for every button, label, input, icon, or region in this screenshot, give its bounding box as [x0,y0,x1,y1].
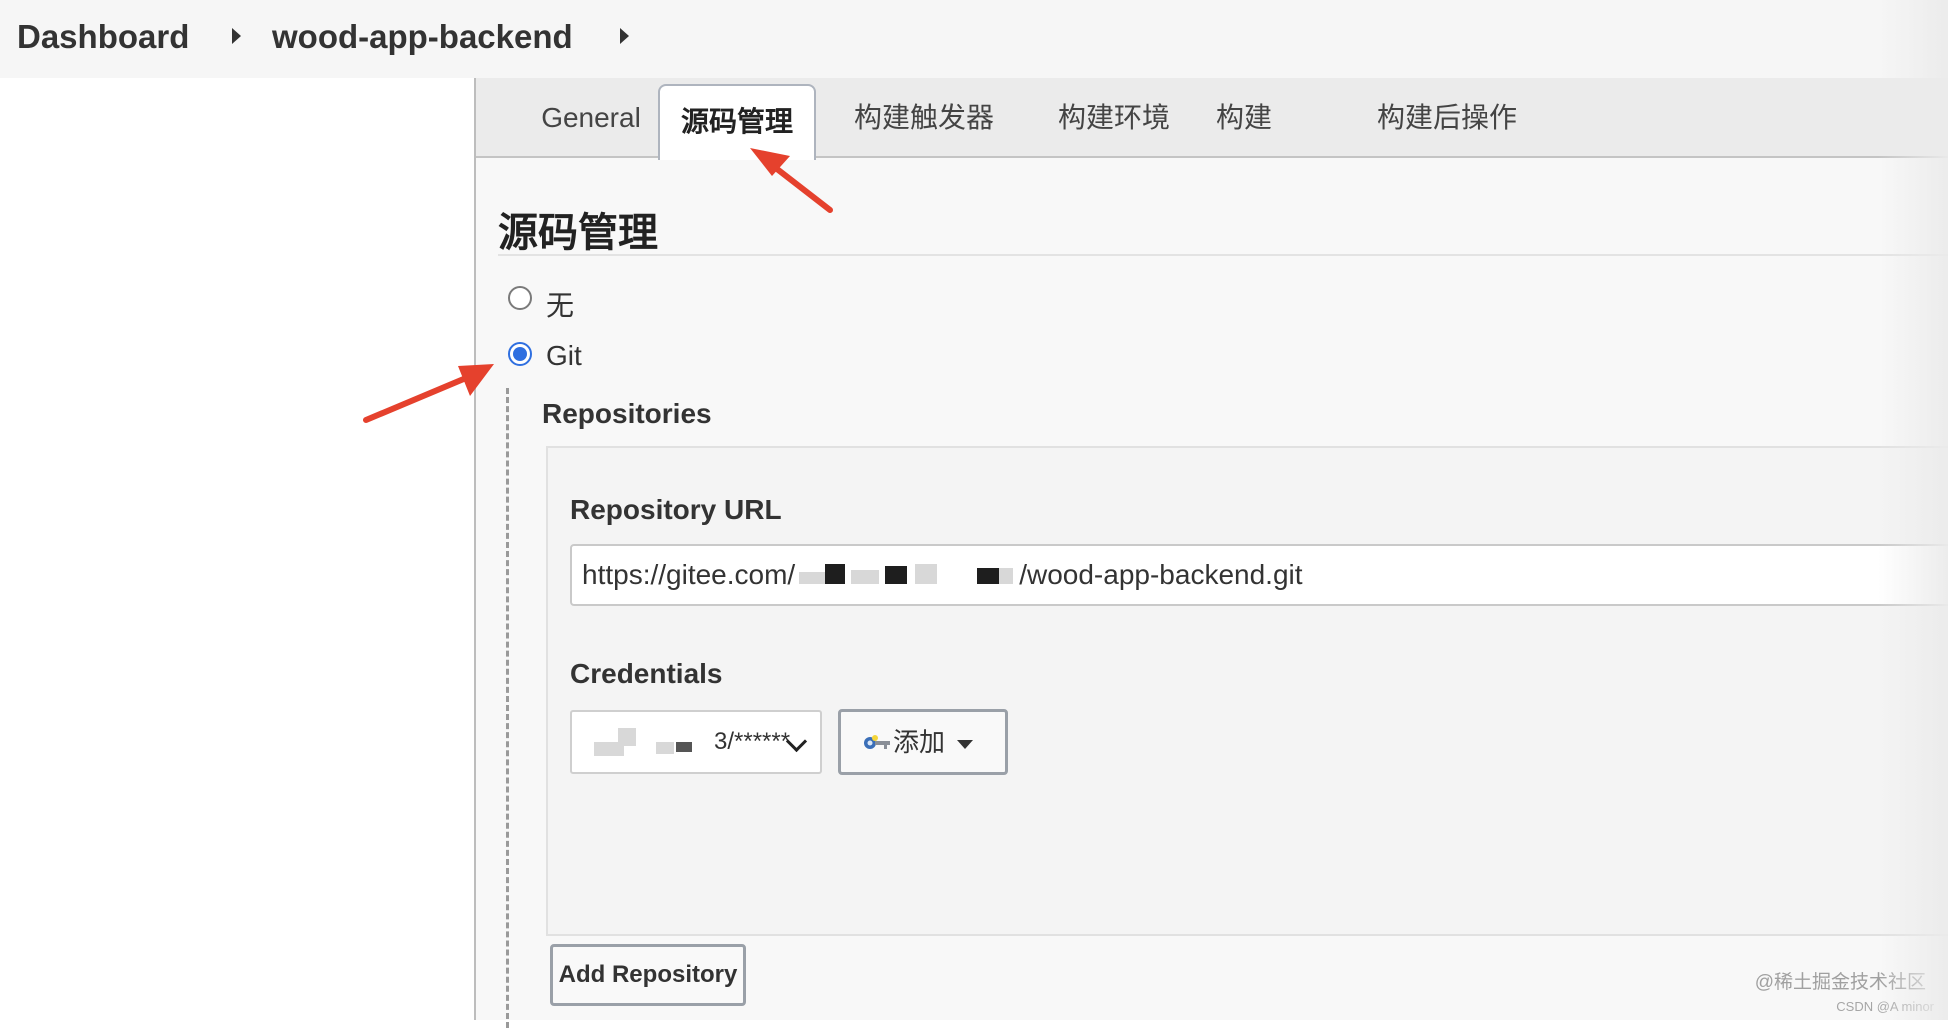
annotation-arrow-tab [750,148,833,213]
watermark: @稀土掘金技术社区 [1754,972,1926,993]
annotation-arrows [363,148,833,423]
watermark-csdn: CSDN @A minor [1836,999,1934,1014]
annotation-arrow-git [363,364,494,423]
